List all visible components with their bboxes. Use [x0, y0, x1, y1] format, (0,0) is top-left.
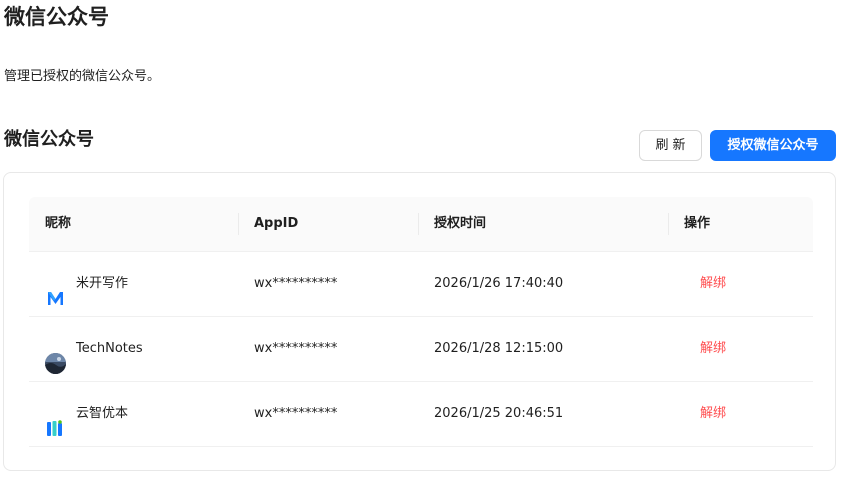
unbind-link[interactable]: 解绑	[700, 252, 726, 316]
column-divider	[418, 213, 419, 235]
column-header-auth-time: 授权时间	[434, 216, 487, 231]
appid-cell: wx**********	[254, 341, 338, 356]
page-title: 微信公众号	[4, 5, 109, 29]
nickname-cell: 云智优本	[45, 382, 128, 446]
nickname-cell: TechNotes	[45, 317, 143, 381]
accounts-card: 昵称 AppID 授权时间 操作 米开写作 wx********** 2026/…	[3, 172, 836, 471]
nickname-text: 云智优本	[76, 406, 129, 421]
section-title: 微信公众号	[4, 129, 94, 150]
column-header-nickname: 昵称	[45, 216, 72, 231]
nickname-text: TechNotes	[76, 341, 143, 356]
column-divider	[668, 213, 669, 235]
book-logo-icon	[45, 404, 66, 436]
table-header: 昵称 AppID 授权时间 操作	[29, 197, 813, 252]
appid-cell: wx**********	[254, 406, 338, 421]
auth-time-cell: 2026/1/28 12:15:00	[434, 341, 564, 356]
column-divider	[238, 213, 239, 235]
accounts-table: 昵称 AppID 授权时间 操作 米开写作 wx********** 2026/…	[29, 197, 813, 447]
auth-time-cell: 2026/1/26 17:40:40	[434, 276, 564, 291]
photo-avatar-icon	[45, 339, 66, 374]
page-description: 管理已授权的微信公众号。	[4, 69, 161, 84]
nickname-text: 米开写作	[76, 276, 129, 291]
m-logo-icon	[45, 274, 66, 305]
appid-cell: wx**********	[254, 276, 338, 291]
column-header-actions: 操作	[684, 216, 711, 231]
auth-time-cell: 2026/1/25 20:46:51	[434, 406, 564, 421]
table-row: 米开写作 wx********** 2026/1/26 17:40:40 解绑	[29, 252, 813, 317]
refresh-button[interactable]: 刷新	[639, 130, 702, 161]
authorize-account-button[interactable]: 授权微信公众号	[710, 130, 836, 161]
column-header-appid: AppID	[254, 216, 299, 231]
unbind-link[interactable]: 解绑	[700, 317, 726, 381]
nickname-cell: 米开写作	[45, 252, 128, 316]
table-row: TechNotes wx********** 2026/1/28 12:15:0…	[29, 317, 813, 382]
table-row: 云智优本 wx********** 2026/1/25 20:46:51 解绑	[29, 382, 813, 447]
unbind-link[interactable]: 解绑	[700, 382, 726, 446]
